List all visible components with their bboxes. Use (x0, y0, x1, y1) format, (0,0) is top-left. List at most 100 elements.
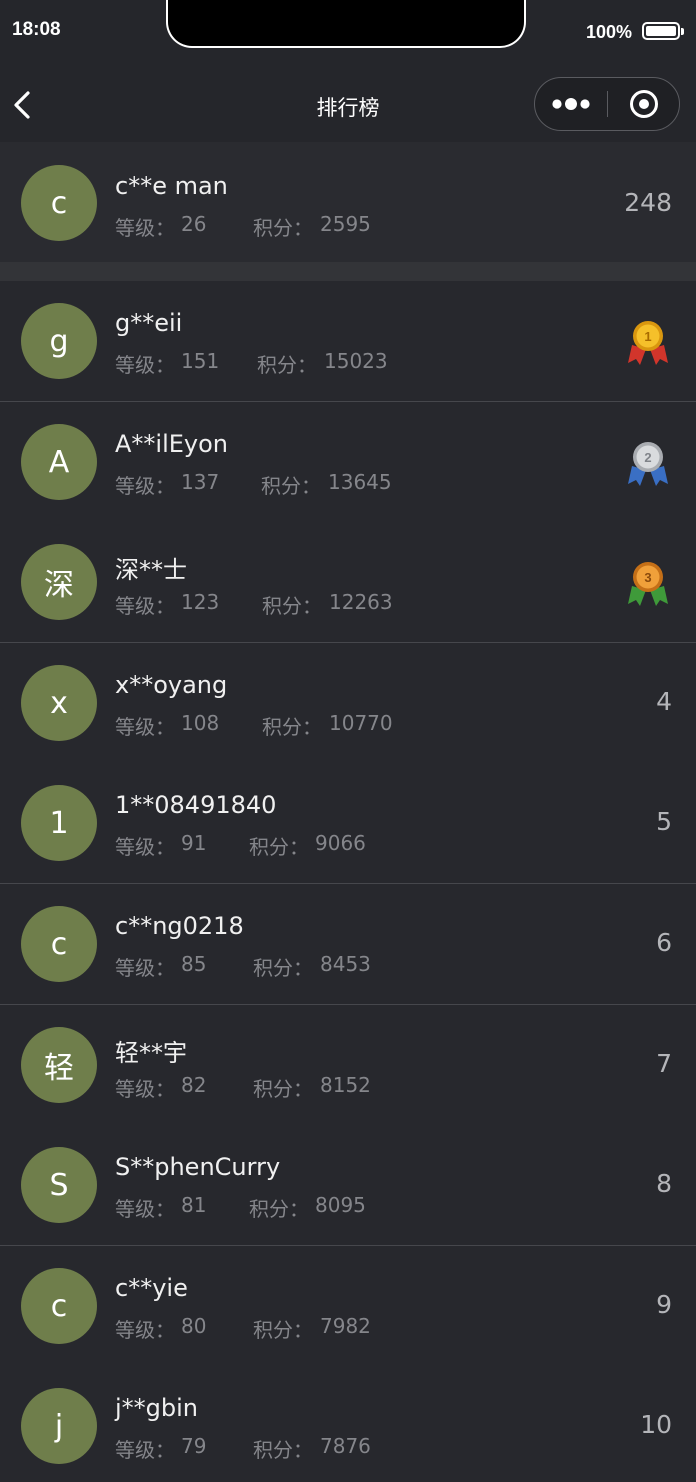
score-value: 13645 (328, 470, 392, 494)
level-label: 等级： (115, 216, 175, 240)
avatar: 深 (21, 544, 97, 620)
ranking-row[interactable]: S S**phenCurry 等级： 81 积分： 8095 8 (0, 1125, 696, 1245)
avatar: S (21, 1147, 97, 1223)
level-label: 等级： (115, 835, 175, 859)
level-value: 26 (181, 212, 207, 236)
username: 1**08491840 (115, 791, 277, 819)
level-value: 123 (181, 590, 220, 614)
score-value: 9066 (315, 831, 366, 855)
level-label: 等级： (115, 1318, 175, 1342)
score-label: 积分： (261, 474, 321, 498)
score-label: 积分： (253, 1077, 313, 1101)
avatar: c (21, 1268, 97, 1344)
avatar: A (21, 424, 97, 500)
score-label: 积分： (253, 216, 313, 240)
username: c**yie (115, 1274, 188, 1302)
battery-percentage: 100% (586, 22, 633, 42)
avatar: 1 (21, 785, 97, 861)
rank-number: 10 (640, 1410, 672, 1439)
level-value: 137 (181, 470, 220, 494)
target-close-icon (630, 90, 658, 118)
username: c**e man (115, 172, 228, 200)
status-time: 18:08 (12, 19, 61, 40)
username: S**phenCurry (115, 1153, 281, 1181)
score-label: 积分： (249, 1197, 309, 1221)
level-value: 85 (181, 952, 207, 976)
rank-number: 9 (656, 1290, 672, 1319)
username: A**ilEyon (115, 430, 229, 458)
level-label: 等级： (115, 715, 175, 739)
avatar: c (21, 165, 97, 241)
level-value: 108 (181, 711, 220, 735)
score-value: 7982 (320, 1314, 371, 1338)
avatar: c (21, 906, 97, 982)
rank-number: 4 (656, 687, 672, 716)
silver-medal-icon: 2 (628, 442, 668, 486)
level-value: 91 (181, 831, 207, 855)
device-notch (166, 0, 526, 48)
username: g**eii (115, 309, 183, 337)
medal-number: 1 (644, 329, 651, 344)
score-value: 8095 (315, 1193, 366, 1217)
score-value: 10770 (329, 711, 393, 735)
ranking-row[interactable]: 深深**士等级： 123 积分： 12263 3 (0, 522, 696, 642)
score-label: 积分： (253, 1318, 313, 1342)
more-button[interactable] (535, 78, 607, 130)
ranking-row[interactable]: 1 1**08491840 等级： 91 积分： 9066 5 (0, 763, 696, 883)
level-value: 79 (181, 1434, 207, 1458)
score-label: 积分： (262, 715, 322, 739)
mini-program-capsule (534, 77, 680, 131)
avatar: j (21, 1388, 97, 1464)
level-value: 151 (181, 349, 220, 373)
bronze-medal-icon: 3 (628, 562, 668, 606)
score-value: 12263 (329, 590, 393, 614)
score-value: 7876 (320, 1434, 371, 1458)
level-value: 81 (181, 1193, 207, 1217)
username: j**gbin (115, 1394, 199, 1422)
ranking-row[interactable]: c c**ng0218 等级： 85 积分： 8453 6 (0, 884, 696, 1004)
score-label: 积分： (262, 594, 322, 618)
score-value: 2595 (320, 212, 371, 236)
ranking-row[interactable]: 轻轻**宇 等级： 82 积分： 8152 7 (0, 1005, 696, 1125)
rank-number: 248 (624, 188, 672, 217)
level-label: 等级： (115, 474, 175, 498)
score-label: 积分： (257, 353, 317, 377)
rank-number: 5 (656, 807, 672, 836)
level-label: 等级： (115, 1197, 175, 1221)
username: c**ng0218 (115, 912, 244, 940)
rank-number: 6 (656, 928, 672, 957)
score-value: 8152 (320, 1073, 371, 1097)
level-label: 等级： (115, 1438, 175, 1462)
level-label: 等级： (115, 956, 175, 980)
avatar: 轻 (21, 1027, 97, 1103)
ranking-row[interactable]: A A**ilEyon 等级： 137 积分： 13645 2 (0, 402, 696, 522)
rank-number: 7 (656, 1049, 672, 1078)
score-label: 积分： (249, 835, 309, 859)
medal-number: 2 (644, 450, 651, 465)
level-value: 80 (181, 1314, 207, 1338)
score-label: 积分： (253, 956, 313, 980)
close-button[interactable] (608, 78, 680, 130)
score-label: 积分： (253, 1438, 313, 1462)
score-value: 8453 (320, 952, 371, 976)
score-value: 15023 (324, 349, 388, 373)
username: 轻**宇 (115, 1039, 187, 1067)
status-bar: 18:08 100% (0, 0, 696, 62)
level-label: 等级： (115, 353, 175, 377)
nav-bar: 排行榜 (0, 62, 696, 142)
avatar: g (21, 303, 97, 379)
ranking-row[interactable]: c c**yie 等级： 80 积分： 7982 9 (0, 1246, 696, 1366)
level-value: 82 (181, 1073, 207, 1097)
my-rank-row[interactable]: c c**e man 等级： 26 积分： 2595 248 (0, 142, 696, 262)
avatar: x (21, 665, 97, 741)
ranking-row[interactable]: j j**gbin 等级： 79 积分： 7876 10 (0, 1366, 696, 1482)
medal-number: 3 (644, 570, 651, 585)
level-label: 等级： (115, 594, 175, 618)
ranking-row[interactable]: x x**oyang 等级： 108 积分： 10770 4 (0, 643, 696, 763)
more-dots-icon (552, 98, 590, 110)
ranking-row[interactable]: g g**eii 等级： 151 积分： 15023 1 (0, 281, 696, 401)
username: 深**士 (115, 556, 187, 584)
rank-number: 8 (656, 1169, 672, 1198)
battery-icon (642, 22, 684, 40)
username: x**oyang (115, 671, 228, 699)
